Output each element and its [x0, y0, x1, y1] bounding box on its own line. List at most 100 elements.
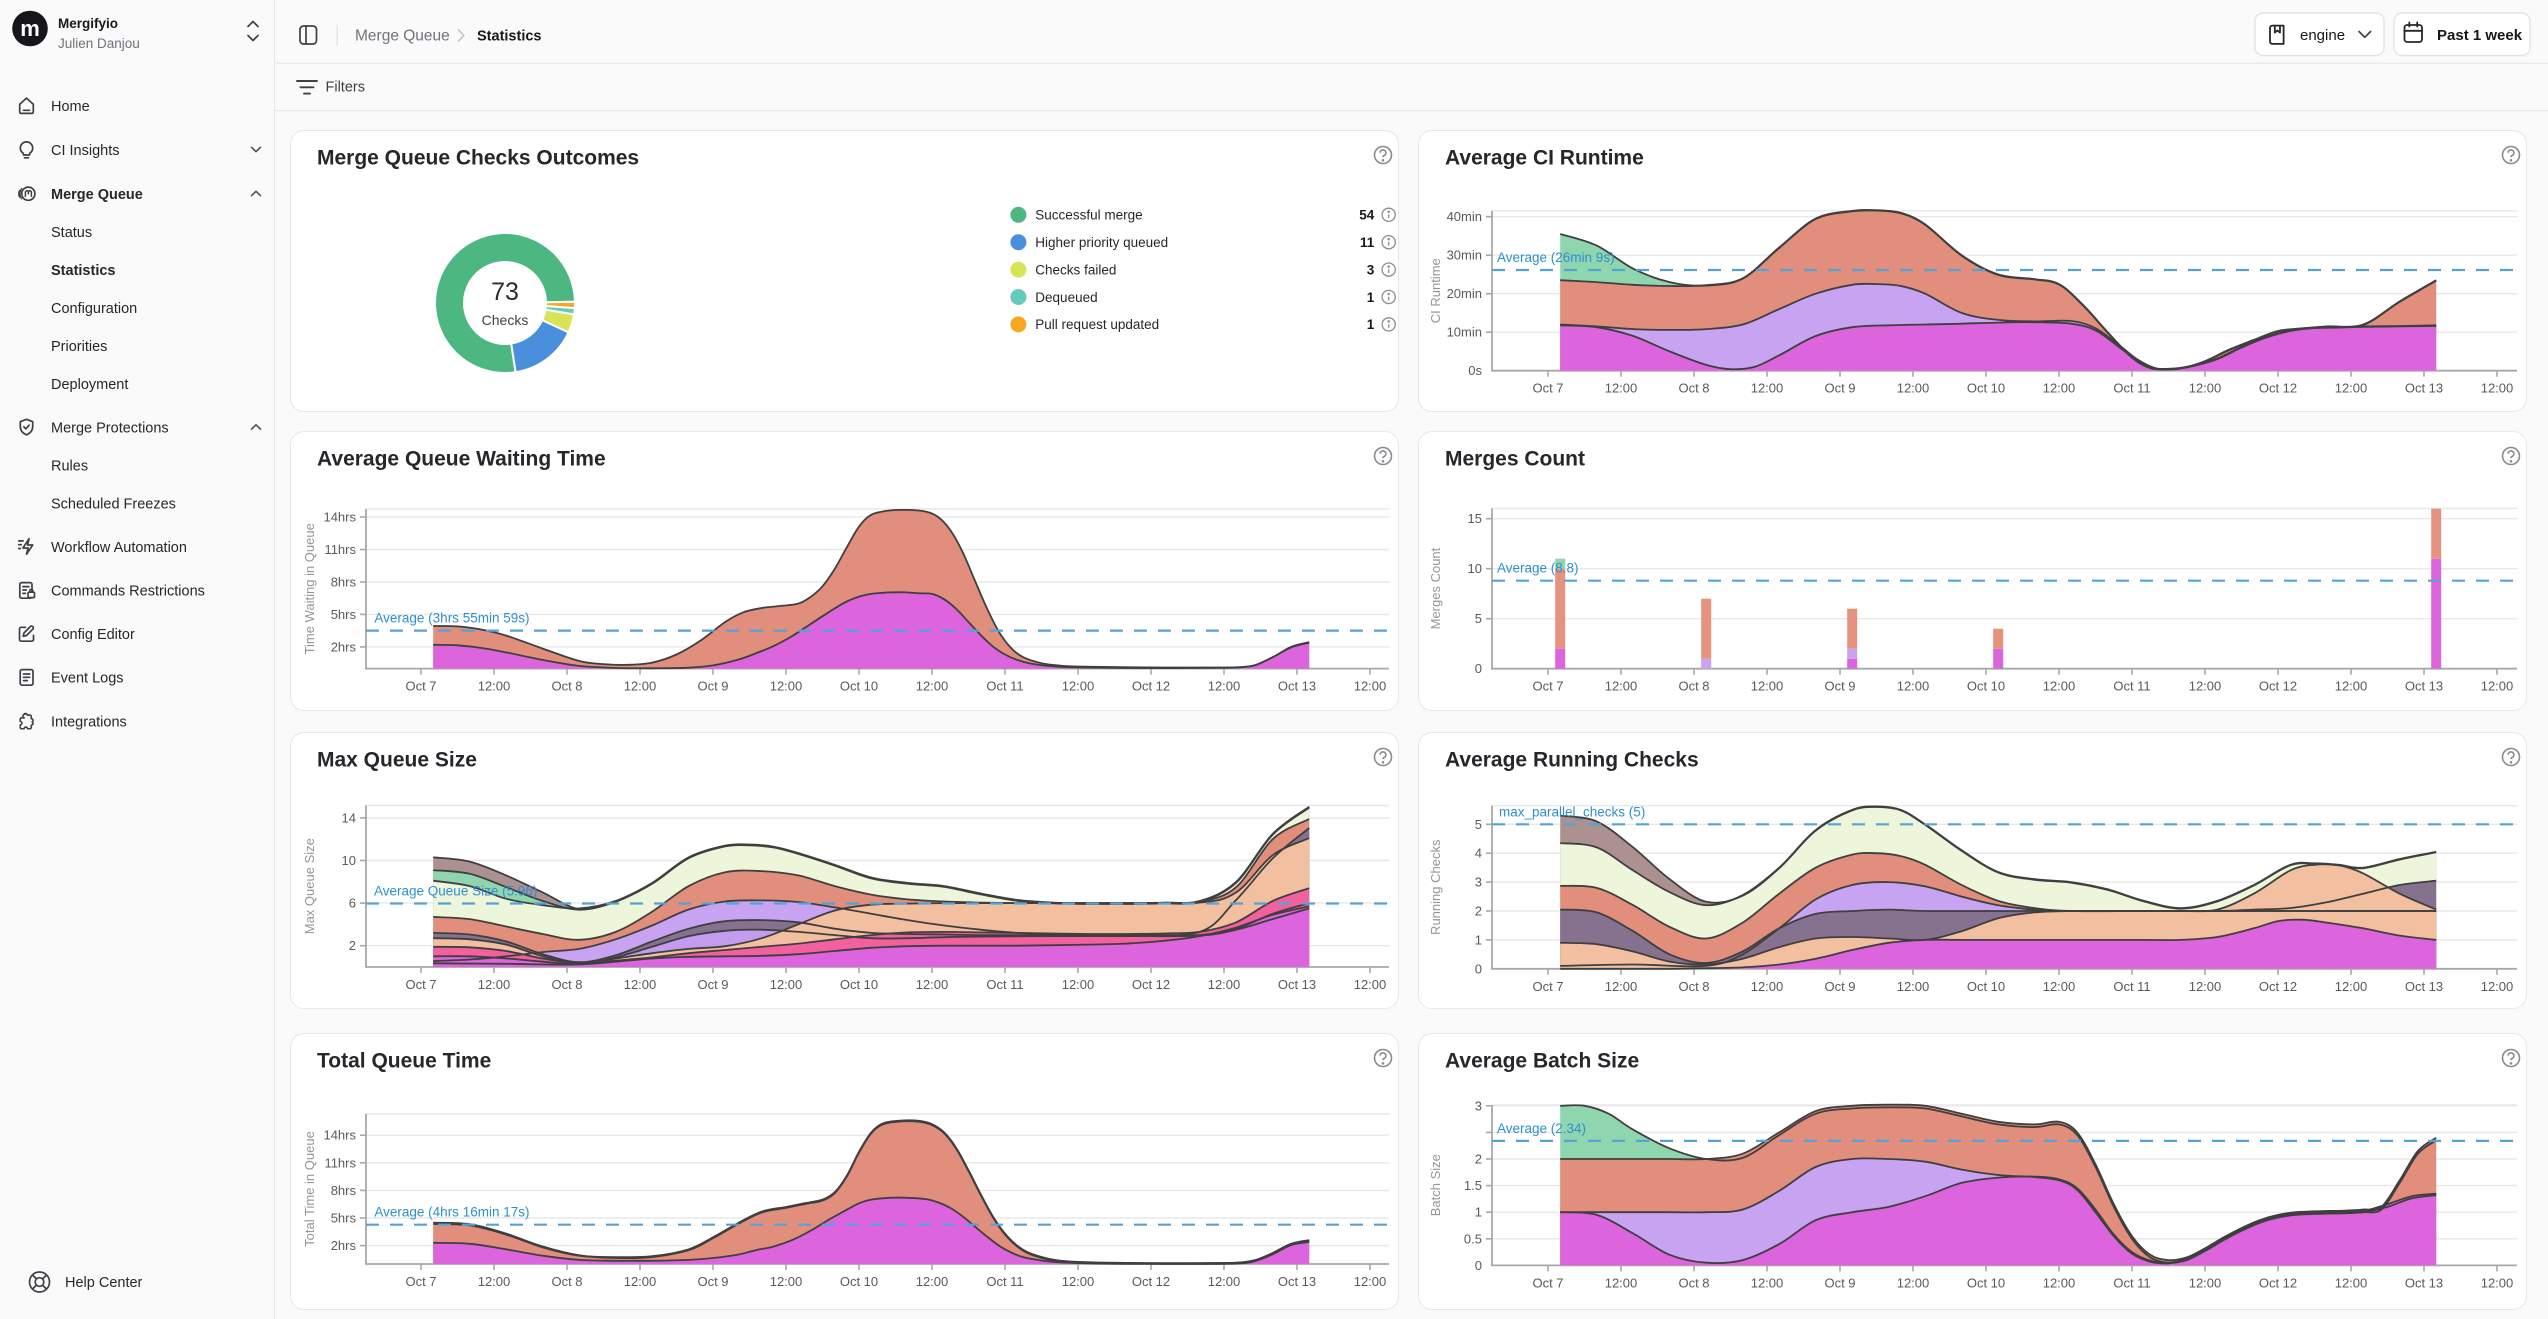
svg-text:4: 4 [1475, 846, 1482, 861]
svg-text:Oct 11: Oct 11 [2113, 679, 2150, 694]
svg-text:Oct 10: Oct 10 [1967, 679, 2005, 694]
svg-text:5: 5 [1475, 817, 1482, 832]
svg-text:12:00: 12:00 [770, 679, 803, 694]
svg-text:Pull request updated: Pull request updated [1035, 317, 1159, 332]
svg-text:Merge Queue Checks Outcomes: Merge Queue Checks Outcomes [317, 147, 639, 170]
svg-text:Oct 13: Oct 13 [1278, 977, 1316, 992]
svg-text:12:00: 12:00 [2043, 679, 2076, 694]
svg-text:12:00: 12:00 [1208, 1274, 1241, 1289]
svg-text:Scheduled Freezes: Scheduled Freezes [51, 496, 176, 512]
svg-text:20min: 20min [1447, 286, 1482, 301]
svg-text:1.5: 1.5 [1464, 1178, 1482, 1193]
svg-text:Time Waiting in Queue: Time Waiting in Queue [302, 523, 317, 654]
svg-text:Oct 10: Oct 10 [1967, 381, 2005, 396]
svg-text:Oct 11: Oct 11 [986, 679, 1023, 694]
svg-text:Julien Danjou: Julien Danjou [58, 36, 140, 51]
svg-text:10: 10 [342, 853, 356, 868]
svg-text:0: 0 [1475, 961, 1482, 976]
svg-text:Oct 8: Oct 8 [1678, 1275, 1709, 1290]
svg-text:Statistics: Statistics [51, 263, 115, 279]
svg-text:12:00: 12:00 [916, 977, 949, 992]
svg-text:Average (2.34): Average (2.34) [1497, 1121, 1586, 1136]
svg-text:12:00: 12:00 [624, 1274, 657, 1289]
svg-text:12:00: 12:00 [1605, 381, 1638, 396]
svg-text:12:00: 12:00 [1897, 979, 1930, 994]
svg-text:8hrs: 8hrs [331, 575, 357, 590]
svg-text:Merge Protections: Merge Protections [51, 420, 169, 436]
svg-text:2hrs: 2hrs [331, 639, 357, 654]
svg-text:12:00: 12:00 [1751, 381, 1784, 396]
svg-text:Oct 10: Oct 10 [840, 679, 878, 694]
svg-text:Checks: Checks [482, 312, 529, 328]
svg-text:Event Logs: Event Logs [51, 670, 124, 686]
svg-text:12:00: 12:00 [624, 679, 657, 694]
svg-text:Oct 7: Oct 7 [1532, 381, 1563, 396]
svg-text:Batch Size: Batch Size [1428, 1154, 1443, 1216]
svg-text:Oct 9: Oct 9 [1824, 1275, 1855, 1290]
svg-text:12:00: 12:00 [770, 1274, 803, 1289]
svg-text:12:00: 12:00 [1897, 1275, 1930, 1290]
svg-text:Workflow Automation: Workflow Automation [51, 540, 187, 556]
svg-text:14hrs: 14hrs [323, 1128, 356, 1143]
svg-text:Oct 13: Oct 13 [2405, 679, 2443, 694]
svg-text:Configuration: Configuration [51, 301, 137, 317]
svg-text:Oct 8: Oct 8 [1678, 679, 1709, 694]
svg-text:CI Insights: CI Insights [51, 143, 120, 159]
svg-text:12:00: 12:00 [2481, 381, 2514, 396]
svg-text:12:00: 12:00 [1605, 679, 1638, 694]
svg-text:12:00: 12:00 [1354, 679, 1387, 694]
svg-text:10: 10 [1468, 561, 1482, 576]
svg-text:Oct 7: Oct 7 [1532, 979, 1563, 994]
svg-text:2hrs: 2hrs [331, 1238, 357, 1253]
svg-text:Statistics: Statistics [477, 29, 541, 45]
svg-text:12:00: 12:00 [1062, 977, 1095, 992]
svg-text:Oct 13: Oct 13 [2405, 381, 2443, 396]
svg-text:Oct 12: Oct 12 [2259, 381, 2297, 396]
svg-text:12:00: 12:00 [2481, 979, 2514, 994]
svg-text:Priorities: Priorities [51, 339, 107, 355]
svg-text:Filters: Filters [326, 80, 365, 96]
svg-text:Checks failed: Checks failed [1035, 262, 1116, 277]
svg-text:Successful merge: Successful merge [1035, 208, 1142, 223]
svg-text:engine: engine [2300, 27, 2345, 44]
svg-text:2: 2 [1475, 904, 1482, 919]
svg-text:CI Runtime: CI Runtime [1428, 258, 1443, 323]
svg-text:40min: 40min [1447, 209, 1482, 224]
svg-text:Oct 12: Oct 12 [2259, 1275, 2297, 1290]
svg-text:0.5: 0.5 [1464, 1231, 1482, 1246]
svg-text:Merges Count: Merges Count [1445, 448, 1585, 471]
svg-text:Mergifyio: Mergifyio [58, 16, 118, 31]
svg-text:Oct 9: Oct 9 [697, 977, 728, 992]
svg-text:Oct 11: Oct 11 [2113, 1275, 2150, 1290]
svg-text:Config Editor: Config Editor [51, 627, 135, 643]
svg-text:Status: Status [51, 225, 92, 241]
svg-text:Average CI Runtime: Average CI Runtime [1445, 147, 1644, 170]
svg-text:Oct 13: Oct 13 [1278, 1274, 1316, 1289]
svg-text:1: 1 [1475, 932, 1482, 947]
svg-text:Oct 12: Oct 12 [2259, 679, 2297, 694]
svg-text:12:00: 12:00 [916, 679, 949, 694]
svg-text:0s: 0s [1468, 363, 1482, 378]
svg-text:Oct 7: Oct 7 [405, 1274, 436, 1289]
svg-text:10min: 10min [1447, 325, 1482, 340]
svg-text:Oct 11: Oct 11 [2113, 381, 2150, 396]
svg-text:Oct 11: Oct 11 [2113, 979, 2150, 994]
svg-text:12:00: 12:00 [478, 1274, 511, 1289]
svg-text:6: 6 [349, 896, 356, 911]
svg-text:Max Queue Size: Max Queue Size [302, 838, 317, 934]
svg-text:Rules: Rules [51, 458, 88, 474]
svg-text:5hrs: 5hrs [331, 607, 357, 622]
svg-text:12:00: 12:00 [1605, 1275, 1638, 1290]
svg-text:12:00: 12:00 [2043, 1275, 2076, 1290]
svg-text:12:00: 12:00 [1751, 1275, 1784, 1290]
svg-text:Oct 13: Oct 13 [2405, 979, 2443, 994]
svg-text:Oct 8: Oct 8 [551, 977, 582, 992]
svg-text:1: 1 [1367, 317, 1375, 332]
svg-text:2: 2 [1475, 1152, 1482, 1167]
svg-text:12:00: 12:00 [1897, 381, 1930, 396]
svg-text:12:00: 12:00 [2481, 1275, 2514, 1290]
svg-text:12:00: 12:00 [2189, 1275, 2222, 1290]
svg-text:12:00: 12:00 [2335, 979, 2368, 994]
svg-text:12:00: 12:00 [1208, 977, 1241, 992]
svg-text:Integrations: Integrations [51, 714, 127, 730]
